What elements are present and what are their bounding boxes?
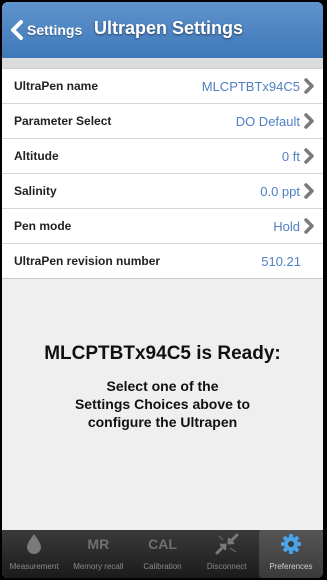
- disconnect-arrows-icon: [214, 530, 240, 558]
- instruction-line: configure the Ultrapen: [87, 414, 238, 430]
- chevron-right-icon: [304, 218, 314, 234]
- tab-preferences[interactable]: Preferences: [258, 530, 323, 578]
- ready-message-title: MLCPTBTx94C5 is Ready:: [44, 343, 281, 364]
- chevron-right-icon: [304, 113, 314, 129]
- setting-value: Hold: [273, 218, 300, 234]
- tab-label: Calibration: [143, 562, 182, 571]
- setting-row-salinity[interactable]: Salinity 0.0 ppt: [2, 174, 323, 209]
- back-button-label: Settings: [27, 22, 83, 38]
- mr-icon: MR: [87, 536, 110, 552]
- gear-icon: [280, 530, 302, 558]
- navigation-bar: Settings Ultrapen Settings: [2, 2, 323, 58]
- setting-value: 0 ft: [281, 148, 300, 164]
- tab-disconnect[interactable]: Disconnect: [195, 530, 259, 578]
- instruction-line: Select one of the: [106, 378, 219, 394]
- setting-row-revision-number: UltraPen revision number 510.21: [2, 244, 323, 279]
- setting-value: DO Default: [235, 113, 300, 129]
- setting-label: Pen mode: [14, 219, 72, 233]
- chevron-right-icon: [304, 183, 314, 199]
- instruction-line: Settings Choices above to: [74, 396, 251, 412]
- header-spacer: [2, 58, 323, 68]
- ready-message-instructions: Select one of the Settings Choices above…: [2, 377, 323, 431]
- setting-value: MLCPTBTx94C5: [201, 78, 300, 94]
- setting-row-ultrapen-name[interactable]: UltraPen name MLCPTBTx94C5: [2, 69, 323, 104]
- setting-value: 510.21: [261, 253, 301, 269]
- chevron-right-icon: [304, 148, 314, 164]
- setting-row-parameter-select[interactable]: Parameter Select DO Default: [2, 104, 323, 139]
- tab-memory-recall[interactable]: MR Memory recall: [66, 530, 130, 578]
- setting-label: Altitude: [14, 149, 59, 163]
- tab-label: Memory recall: [73, 562, 124, 571]
- setting-label: Salinity: [14, 184, 57, 198]
- tab-calibration[interactable]: CAL Calibration: [130, 530, 194, 578]
- tab-label: Preferences: [269, 562, 313, 571]
- tab-bar: Measurement MR Memory recall CAL Calibra…: [2, 530, 323, 578]
- cal-icon: CAL: [148, 536, 177, 552]
- settings-list: UltraPen name MLCPTBTx94C5 Parameter Sel…: [2, 68, 323, 279]
- setting-row-pen-mode[interactable]: Pen mode Hold: [2, 209, 323, 244]
- chevron-left-icon: [11, 20, 23, 40]
- chevron-right-icon: [304, 78, 314, 94]
- tab-measurement[interactable]: Measurement: [2, 530, 66, 578]
- setting-label: UltraPen name: [14, 79, 99, 93]
- setting-value: 0.0 ppt: [260, 183, 300, 199]
- tab-label: Measurement: [9, 562, 59, 571]
- water-drop-icon: [26, 530, 42, 558]
- setting-row-altitude[interactable]: Altitude 0 ft: [2, 139, 323, 174]
- page-title: Ultrapen Settings: [94, 18, 244, 38]
- tab-label: Disconnect: [206, 562, 247, 571]
- setting-label: UltraPen revision number: [14, 254, 161, 268]
- setting-label: Parameter Select: [14, 114, 112, 128]
- app-screen: Settings Ultrapen Settings UltraPen name…: [2, 2, 323, 578]
- back-button[interactable]: Settings: [10, 19, 82, 41]
